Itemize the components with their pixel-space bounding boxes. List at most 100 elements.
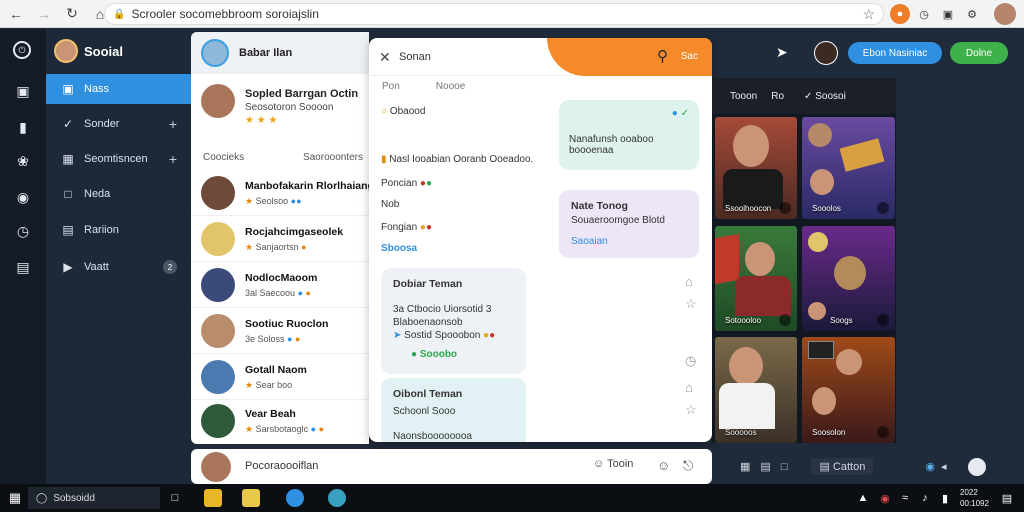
home-icon[interactable]: ⌂ bbox=[685, 274, 693, 289]
megaphone-icon[interactable]: ➤ bbox=[776, 44, 788, 61]
extension-icon[interactable]: ● bbox=[890, 4, 910, 24]
globe-icon[interactable]: ◉ bbox=[925, 460, 935, 473]
media-tile[interactable]: Soosolon bbox=[802, 337, 895, 443]
wifi-icon[interactable]: ≈ bbox=[896, 489, 914, 507]
clock-icon[interactable]: ◷ bbox=[13, 221, 33, 241]
contact-avatar bbox=[201, 176, 235, 210]
profile-avatar[interactable] bbox=[994, 3, 1016, 25]
message-bubble[interactable]: ● ✓ Nanafunsh ooaboo boooenaa bbox=[559, 100, 699, 170]
back-arrow-icon[interactable]: ← bbox=[4, 2, 28, 26]
message-composer[interactable]: Pocoraoooiflan ☺ Tooin ☺ ⎋ bbox=[191, 449, 712, 484]
folder-icon[interactable] bbox=[204, 489, 222, 507]
task-view-icon[interactable]: □ bbox=[166, 489, 184, 507]
header-avatar[interactable] bbox=[201, 39, 229, 67]
star-icon[interactable]: ☆ bbox=[685, 402, 697, 418]
app-icon[interactable] bbox=[328, 489, 346, 507]
reload-icon[interactable]: ↻ bbox=[60, 2, 84, 26]
sidebar-item-rariion[interactable]: ▤ Rariion bbox=[46, 215, 191, 245]
home-icon[interactable]: ⌂ bbox=[685, 380, 693, 395]
media-tab[interactable]: Ro bbox=[771, 91, 784, 102]
camera-icon[interactable]: ◉ bbox=[13, 187, 33, 207]
col-right-label[interactable]: Saorooonters bbox=[303, 152, 363, 163]
media-tile[interactable]: Sooooos bbox=[715, 337, 797, 443]
tile-icon[interactable]: □ bbox=[781, 461, 788, 473]
grid-icon[interactable]: ▦ bbox=[740, 460, 750, 473]
list-item[interactable]: NodlocMaoom 3al Saecoou ● ● bbox=[191, 264, 369, 308]
primary-button[interactable]: Ebon Nasiniac bbox=[848, 42, 942, 64]
caret-icon[interactable]: ◂ bbox=[941, 460, 947, 473]
notification-icon[interactable]: ▤ bbox=[998, 489, 1016, 507]
list-item[interactable]: Sootiuc Ruoclon 3e Soloss ● ● bbox=[191, 310, 369, 354]
composer-input[interactable]: Pocoraoooiflan bbox=[245, 460, 318, 472]
secondary-button[interactable]: Dolne bbox=[950, 42, 1008, 64]
sidebar-item-label: Nass bbox=[84, 83, 110, 95]
address-bar[interactable]: 🔒 Scrooler socomebbroom soroiajslin ☆ bbox=[104, 3, 884, 25]
composer-action[interactable]: ☺ Tooin bbox=[593, 458, 633, 470]
sidebar-item-neda[interactable]: □ Neda bbox=[46, 179, 191, 209]
clock-date: 00:1092 bbox=[960, 499, 989, 508]
add-icon[interactable]: + bbox=[169, 116, 177, 132]
attach-icon[interactable]: ⎋ bbox=[683, 458, 693, 474]
tile-face bbox=[729, 347, 763, 385]
power-icon[interactable]: ⏻ bbox=[13, 41, 31, 59]
sidebar-item-seomtisncen[interactable]: ▦ Seomtisncen + bbox=[46, 144, 191, 174]
media-tile[interactable]: Ssoolhoocon bbox=[715, 117, 797, 219]
book-icon[interactable]: ▮ bbox=[13, 117, 33, 137]
bookmark-star-icon[interactable]: ☆ bbox=[862, 6, 875, 23]
security-icon[interactable]: ◉ bbox=[876, 489, 894, 507]
files-icon[interactable] bbox=[242, 489, 260, 507]
media-tab[interactable]: Tooon bbox=[730, 91, 757, 102]
smiley-icon[interactable]: ☺ bbox=[657, 458, 670, 473]
clock[interactable]: 2022 00:1092 bbox=[960, 487, 989, 509]
media-tile[interactable]: Sooolos bbox=[802, 117, 895, 219]
tab-noooe[interactable]: Noooe bbox=[436, 81, 465, 92]
tool-button[interactable]: ▤ Catton bbox=[811, 458, 874, 475]
media-tile[interactable]: Sotoooloo bbox=[715, 226, 797, 331]
contacts-header: Babar Ilan bbox=[191, 32, 369, 74]
windows-start-icon[interactable]: ▦ bbox=[6, 489, 24, 507]
clock-icon[interactable]: ◷ bbox=[685, 353, 696, 369]
network-icon[interactable]: ▲ bbox=[854, 489, 872, 507]
message-bubble[interactable]: Nate Tonog Souaeroomgoe Blotd Saoaian bbox=[559, 190, 699, 258]
message-bubble[interactable]: Oibonl Teman Schoonl Sooo Naonsboooooooa bbox=[381, 378, 526, 442]
chat-header-label[interactable]: Sac bbox=[681, 51, 698, 62]
list-item[interactable]: Vear Beah ★ Sarsbotaoglc ● ● bbox=[191, 400, 369, 444]
sidebar-item-sonder[interactable]: ✓ Sonder + bbox=[46, 109, 191, 139]
screen-icon[interactable]: ▣ bbox=[13, 81, 33, 101]
sidebar-item-nass[interactable]: ▣ Nass bbox=[46, 74, 191, 104]
list-item[interactable]: Rocjahcimgaseolek ★ Sanjaortsn ● bbox=[191, 218, 369, 262]
profile-name: Sopled Barrgan Octin bbox=[245, 88, 359, 100]
list-item[interactable]: Gotall Naom ★ Sear boo bbox=[191, 356, 369, 400]
puzzle-icon[interactable]: ❀ bbox=[13, 151, 33, 171]
taskbar-search[interactable]: ◯ Sobsoidd bbox=[28, 487, 160, 509]
col-left-label[interactable]: Coocieks bbox=[203, 152, 244, 163]
bubble-icons: ● ✓ bbox=[671, 108, 689, 119]
message-bubble[interactable]: Dobiar Teman 3a Ctbocio Uiorsotid 3 Blab… bbox=[381, 268, 526, 374]
reader-icon[interactable]: ▣ bbox=[938, 4, 958, 24]
chart-icon: ▤ bbox=[62, 223, 74, 237]
browser-icon[interactable] bbox=[286, 489, 304, 507]
search-icon[interactable]: ⚲ bbox=[657, 47, 668, 65]
bubble-body: Souaeroomgoe Blotd bbox=[571, 215, 665, 226]
media-tab[interactable]: ✓ Soosoi bbox=[804, 91, 846, 102]
star-icon[interactable]: ☆ bbox=[685, 296, 697, 312]
message-link[interactable]: Sboosa bbox=[381, 243, 417, 254]
history-icon[interactable]: ◷ bbox=[914, 4, 934, 24]
battery-icon[interactable]: ▮ bbox=[936, 489, 954, 507]
bag-icon[interactable]: ▤ bbox=[13, 257, 33, 277]
brand[interactable]: Sooial bbox=[54, 39, 123, 63]
menu-icon[interactable]: ⚙ bbox=[962, 4, 982, 24]
list-item[interactable]: Manbofakarin Rlorlhaiang ★ Seolsoo ●● bbox=[191, 172, 374, 216]
list-icon[interactable]: ▤ bbox=[760, 460, 770, 473]
close-icon[interactable]: ✕ bbox=[379, 49, 391, 66]
user-avatar[interactable] bbox=[814, 41, 838, 65]
media-tabs: Tooon Ro ✓ Soosoi bbox=[712, 78, 896, 114]
forward-arrow-icon[interactable]: → bbox=[32, 2, 56, 26]
volume-icon[interactable]: ♪ bbox=[916, 489, 934, 507]
bubble-link[interactable]: Saoaian bbox=[571, 236, 687, 247]
sidebar-item-vaatt[interactable]: ▶ Vaatt 2 bbox=[46, 252, 191, 282]
add-icon[interactable]: + bbox=[169, 151, 177, 167]
account-icon[interactable] bbox=[968, 457, 987, 476]
tab-pon[interactable]: Pon bbox=[382, 81, 400, 92]
media-tile[interactable]: Soogs bbox=[802, 226, 895, 331]
